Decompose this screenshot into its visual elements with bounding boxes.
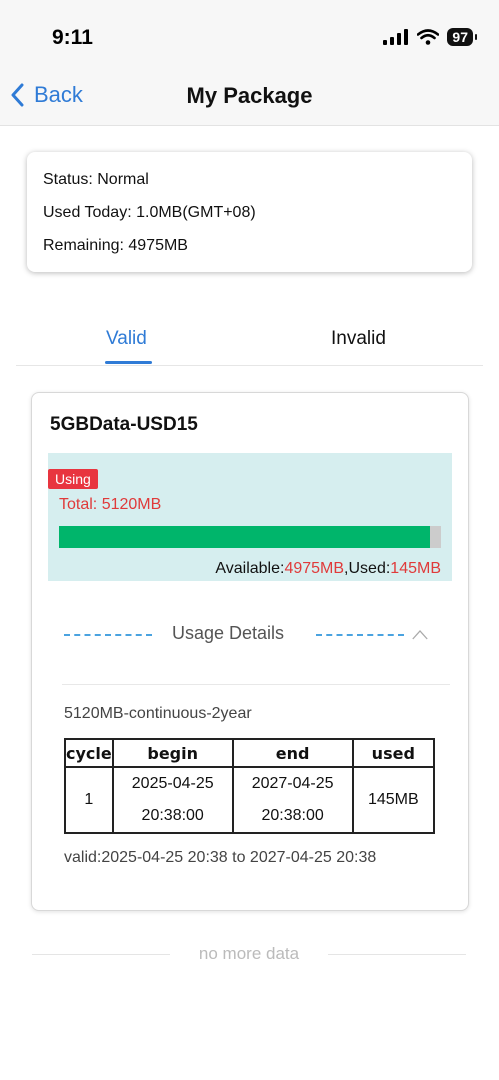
active-tab-indicator [105, 361, 152, 364]
cell-begin: 2025-04-25 20:38:00 [111, 766, 234, 834]
signal-icon [383, 29, 409, 45]
tab-valid[interactable]: Valid [106, 328, 147, 350]
chevron-up-icon [412, 630, 428, 640]
available-prefix: Available: [215, 560, 285, 577]
status-text: Status: Normal [43, 171, 149, 188]
status-badge: Using [48, 469, 98, 489]
header-cycle: cycle [64, 738, 114, 768]
total-text: Total: 5120MB [59, 496, 162, 513]
page-title: My Package [186, 83, 313, 108]
plan-label: 5120MB-continuous-2year [64, 705, 252, 722]
no-more-data: no more data [32, 942, 466, 966]
usage-box: Using Total: 5120MB Available:4975MB,Use… [48, 453, 452, 581]
available-used-text: Available:4975MB,Used:145MB [215, 560, 441, 578]
usage-progress-bar [59, 526, 441, 548]
package-card: 5GBData-USD15 Using Total: 5120MB Availa… [31, 392, 469, 911]
table-header-row: cycle begin end used [64, 738, 436, 768]
used-prefix: ,Used: [344, 560, 391, 577]
end-date: 2027-04-25 [251, 775, 334, 792]
usage-progress-fill [59, 526, 431, 548]
used-value: 145MB [390, 560, 441, 577]
cycles-table: cycle begin end used 1 2025-04-25 20:38:… [64, 738, 436, 834]
footer-divider-right [328, 954, 466, 955]
status-time: 9:11 [52, 26, 93, 49]
usage-details-label: Usage Details [172, 623, 285, 643]
tab-invalid[interactable]: Invalid [331, 328, 386, 350]
used-today-text: Used Today: 1.0MB(GMT+08) [43, 204, 256, 221]
remaining-text: Remaining: 4975MB [43, 237, 188, 254]
end-time: 20:38:00 [261, 807, 324, 824]
usage-details-toggle[interactable]: Usage Details [64, 623, 444, 647]
section-divider [62, 684, 450, 685]
status-icons: 97 [383, 28, 477, 46]
begin-time: 20:38:00 [141, 807, 204, 824]
top-bar: 9:11 97 Back My Package [0, 0, 499, 126]
dashed-divider-left [64, 634, 152, 636]
validity-text: valid:2025-04-25 20:38 to 2027-04-25 20:… [64, 849, 377, 866]
begin-date: 2025-04-25 [131, 775, 214, 792]
header-used: used [351, 738, 436, 768]
cell-cycle: 1 [64, 766, 114, 834]
wifi-icon [417, 29, 440, 45]
dashed-divider-right [316, 634, 404, 636]
header-end: end [231, 738, 354, 768]
package-name: 5GBData-USD15 [50, 414, 198, 435]
available-value: 4975MB [284, 560, 345, 577]
status-card: Status: Normal Used Today: 1.0MB(GMT+08)… [27, 152, 472, 272]
cell-used: 145MB [351, 766, 436, 834]
package-tabs: Valid Invalid [16, 318, 483, 366]
header-begin: begin [111, 738, 234, 768]
cell-end: 2027-04-25 20:38:00 [231, 766, 354, 834]
table-row: 1 2025-04-25 20:38:00 2027-04-25 20:38:0… [64, 766, 436, 834]
battery-icon: 97 [447, 28, 477, 46]
